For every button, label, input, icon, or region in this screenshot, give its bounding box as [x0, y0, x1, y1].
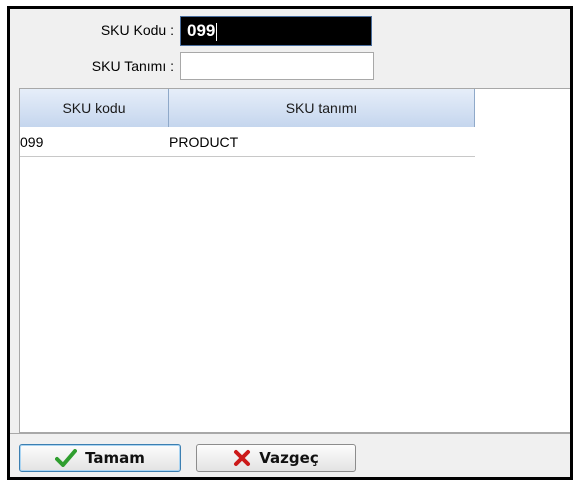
x-icon [233, 449, 251, 467]
column-header-sku-description[interactable]: SKU tanımı [169, 89, 475, 127]
ok-button[interactable]: Tamam [19, 444, 181, 472]
cell-sku-description: PRODUCT [169, 134, 239, 150]
sku-selection-dialog: SKU Kodu : 099 SKU Tanımı : SKU kodu SKU… [7, 6, 573, 480]
cell-sku-code: 099 [20, 134, 44, 150]
sku-code-input[interactable]: 099 [180, 16, 372, 46]
cancel-button-label: Vazgeç [259, 449, 319, 467]
table-row[interactable]: 099 PRODUCT [20, 128, 475, 157]
cancel-button[interactable]: Vazgeç [196, 444, 356, 472]
text-caret [216, 22, 218, 41]
column-header-sku-code[interactable]: SKU kodu [20, 89, 169, 127]
ok-button-label: Tamam [85, 449, 145, 467]
grid-header: SKU kodu SKU tanımı [20, 89, 475, 127]
sku-desc-input[interactable] [180, 52, 374, 80]
sku-results-grid[interactable]: SKU kodu SKU tanımı 099 PRODUCT [19, 88, 570, 433]
button-bar: Tamam Vazgeç [10, 433, 570, 477]
sku-code-value: 099 [187, 21, 216, 40]
sku-code-label: SKU Kodu : [100, 22, 174, 38]
sku-desc-label: SKU Tanımı : [91, 58, 174, 74]
checkmark-icon [55, 449, 78, 467]
